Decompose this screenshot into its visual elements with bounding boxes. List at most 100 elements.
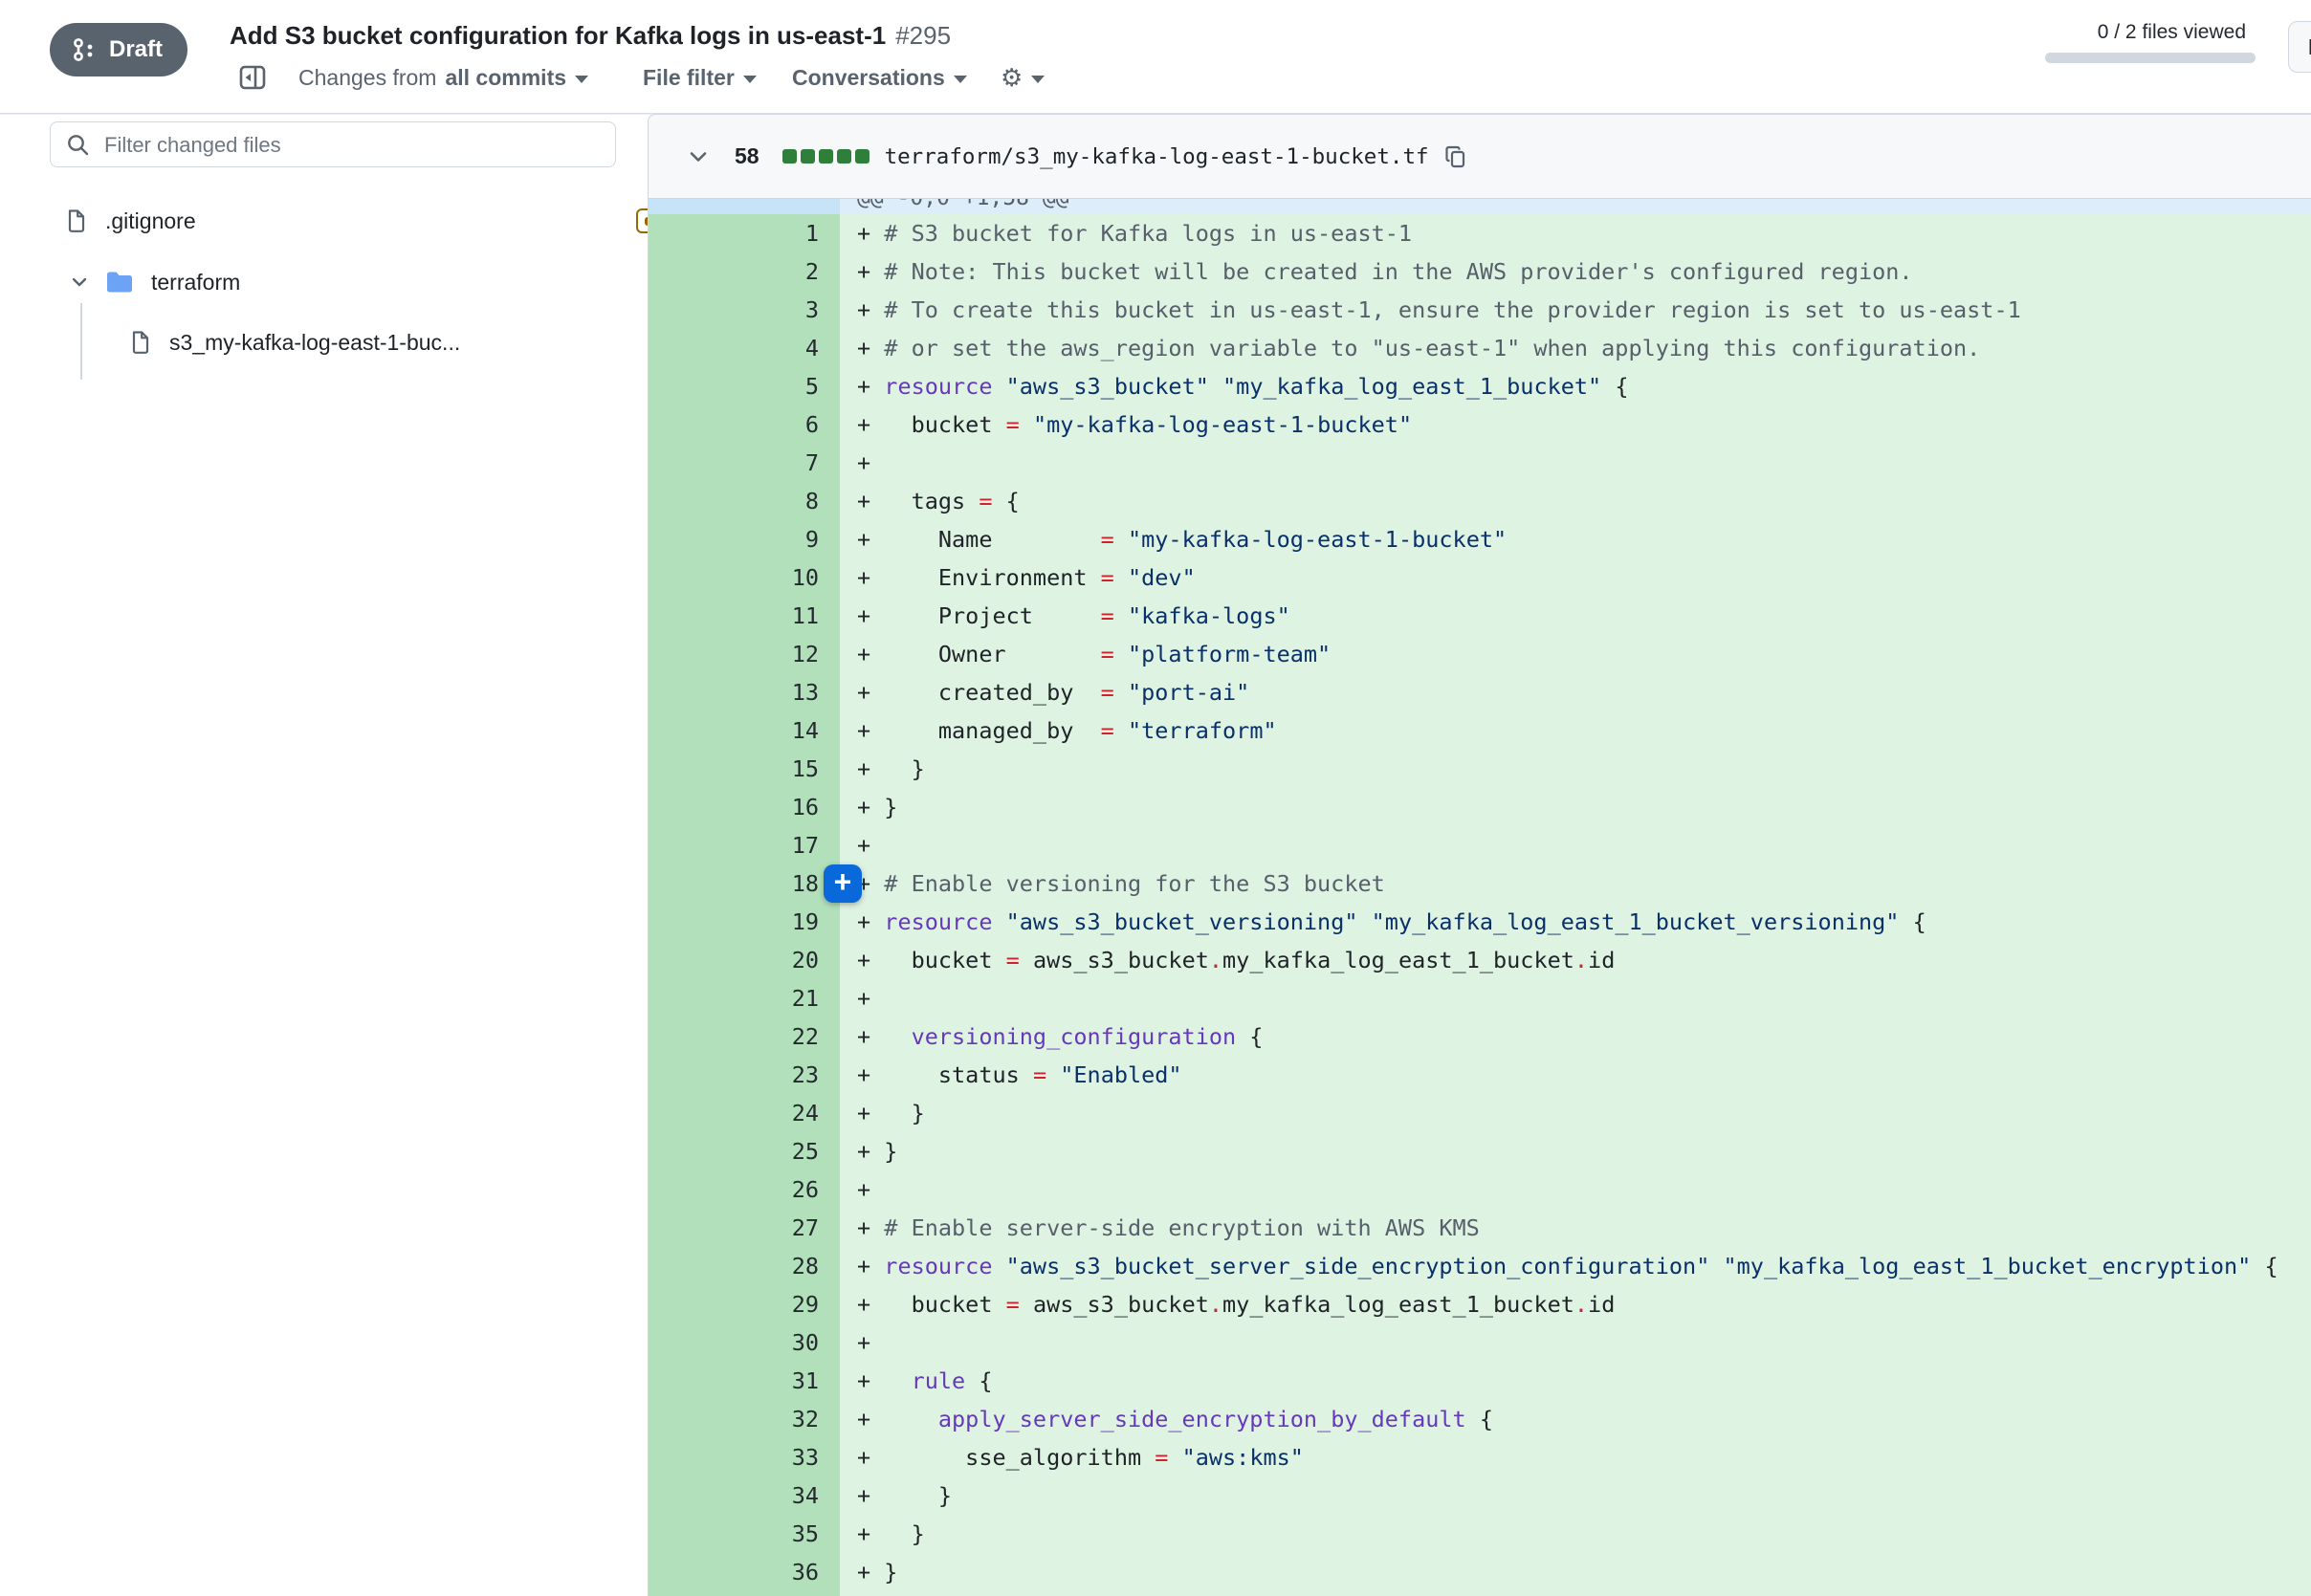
diff-file-header: 58 terraform/s3_my-kafka-log-east-1-buck… [649, 115, 2311, 199]
line-content: + tags = { [840, 482, 2311, 520]
conversations-menu[interactable]: Conversations [792, 59, 967, 96]
tree-item-label: terraform [151, 270, 240, 295]
addition-marker: + [857, 717, 884, 744]
addition-marker: + [857, 1023, 884, 1050]
addition-marker: + [857, 641, 884, 667]
line-content: + Owner = "platform-team" [840, 635, 2311, 673]
line-content: + status = "Enabled" [840, 1056, 2311, 1094]
line-number[interactable]: 10 [649, 558, 840, 597]
file-tree-sidebar: .gitignore terraform [0, 114, 632, 1595]
line-number[interactable]: 32 [649, 1400, 840, 1438]
line-number[interactable]: 14 [649, 711, 840, 750]
tree-item-terraform-folder[interactable]: terraform [0, 259, 701, 305]
line-number[interactable]: 17 [649, 826, 840, 864]
line-number[interactable]: 25 [649, 1132, 840, 1170]
diff-line: 4+ # or set the aws_region variable to "… [649, 329, 2311, 367]
line-content: + [840, 826, 2311, 864]
files-viewed-label: 0 / 2 files viewed [2036, 21, 2256, 44]
line-number[interactable]: 7 [649, 444, 840, 482]
add-comment-button[interactable]: + [824, 864, 862, 903]
line-number[interactable]: 21 [649, 979, 840, 1017]
tree-item-s3-bucket-file[interactable]: s3_my-kafka-log-east-1-buc... + [0, 319, 759, 365]
diff-line: 12+ Owner = "platform-team" [649, 635, 2311, 673]
line-number[interactable]: 33 [649, 1438, 840, 1476]
addition-marker: + [857, 1100, 884, 1126]
line-number[interactable]: 30 [649, 1323, 840, 1362]
line-content: + } [840, 788, 2311, 826]
line-number[interactable]: 5 [649, 367, 840, 405]
line-content: + [840, 1323, 2311, 1362]
line-number[interactable]: 35 [649, 1515, 840, 1553]
line-number[interactable]: 11 [649, 597, 840, 635]
line-number[interactable]: 19 [649, 903, 840, 941]
collapse-file-button[interactable] [685, 143, 712, 170]
line-number[interactable]: 27 [649, 1209, 840, 1247]
line-content: + } [840, 750, 2311, 788]
chevron-down-icon [685, 143, 712, 170]
line-number[interactable]: 13 [649, 673, 840, 711]
diffstat-block-added [819, 149, 833, 164]
sidebar-collapse-icon [237, 62, 268, 93]
diff-line: 7+ [649, 444, 2311, 482]
diff-line: 29+ bucket = aws_s3_bucket.my_kafka_log_… [649, 1285, 2311, 1323]
line-number[interactable]: 34 [649, 1476, 840, 1515]
line-number[interactable]: 31 [649, 1362, 840, 1400]
line-number[interactable]: 9 [649, 520, 840, 558]
line-number[interactable]: 4 [649, 329, 840, 367]
tree-item-gitignore[interactable]: .gitignore [0, 198, 695, 244]
line-number[interactable]: 15 [649, 750, 840, 788]
pr-title-text: Add S3 bucket configuration for Kafka lo… [230, 21, 886, 50]
addition-marker: + [857, 1444, 884, 1471]
addition-marker: + [857, 985, 884, 1012]
file-filter-label: File filter [643, 65, 735, 91]
line-number[interactable]: 8 [649, 482, 840, 520]
line-content: + sse_algorithm = "aws:kms" [840, 1438, 2311, 1476]
review-changes-button[interactable]: R [2288, 21, 2311, 73]
file-filter-menu[interactable]: File filter [643, 59, 757, 96]
line-number[interactable]: 1 [649, 214, 840, 252]
hunk-header-row: @@ -0,0 +1,58 @@ [649, 199, 2311, 214]
line-number[interactable]: 23 [649, 1056, 840, 1094]
line-number[interactable]: 28 [649, 1247, 840, 1285]
git-pull-request-draft-icon [71, 36, 98, 63]
diff-line: 30+ [649, 1323, 2311, 1362]
chevron-down-icon [69, 272, 90, 293]
line-number[interactable]: 2 [649, 252, 840, 291]
files-viewed-progress [2045, 53, 2256, 63]
line-number[interactable]: 29 [649, 1285, 840, 1323]
diff-settings-menu[interactable]: ⚙ [1001, 59, 1045, 96]
changes-from-menu[interactable]: Changes from all commits [298, 59, 588, 96]
line-content: + rule { [840, 1362, 2311, 1400]
line-content: + [840, 444, 2311, 482]
diff-panel: 58 terraform/s3_my-kafka-log-east-1-buck… [648, 114, 2311, 1596]
line-number[interactable]: 12 [649, 635, 840, 673]
line-number[interactable]: 36 [649, 1553, 840, 1591]
diffstat-block-added [782, 149, 797, 164]
line-content: + # S3 bucket for Kafka logs in us-east-… [840, 214, 2311, 252]
line-number[interactable]: 20 [649, 941, 840, 979]
line-content: + } [840, 1094, 2311, 1132]
line-number[interactable]: 6 [649, 405, 840, 444]
line-number[interactable]: 3 [649, 291, 840, 329]
line-content: + [840, 979, 2311, 1017]
addition-marker: + [857, 1482, 884, 1509]
filter-changed-files-input[interactable] [102, 122, 605, 168]
line-number[interactable]: 22 [649, 1017, 840, 1056]
line-number[interactable]: 18 [649, 864, 840, 903]
line-number[interactable]: 26 [649, 1170, 840, 1209]
diff-line: 5+ resource "aws_s3_bucket" "my_kafka_lo… [649, 367, 2311, 405]
diff-line: 27+ # Enable server-side encryption with… [649, 1209, 2311, 1247]
line-number[interactable]: 16 [649, 788, 840, 826]
file-icon [63, 208, 90, 234]
chevron-down-icon [954, 76, 967, 83]
diff-line: 1+ # S3 bucket for Kafka logs in us-east… [649, 214, 2311, 252]
line-content: + [840, 1170, 2311, 1209]
copy-file-path-button[interactable] [1442, 143, 1469, 170]
collapse-sidebar-button[interactable] [237, 59, 268, 96]
diff-lines: 1+ # S3 bucket for Kafka logs in us-east… [649, 214, 2311, 1596]
changes-from-prefix: Changes from [298, 65, 436, 91]
addition-marker: + [857, 755, 884, 782]
addition-marker: + [857, 1214, 884, 1241]
addition-marker: + [857, 526, 884, 553]
line-number[interactable]: 24 [649, 1094, 840, 1132]
